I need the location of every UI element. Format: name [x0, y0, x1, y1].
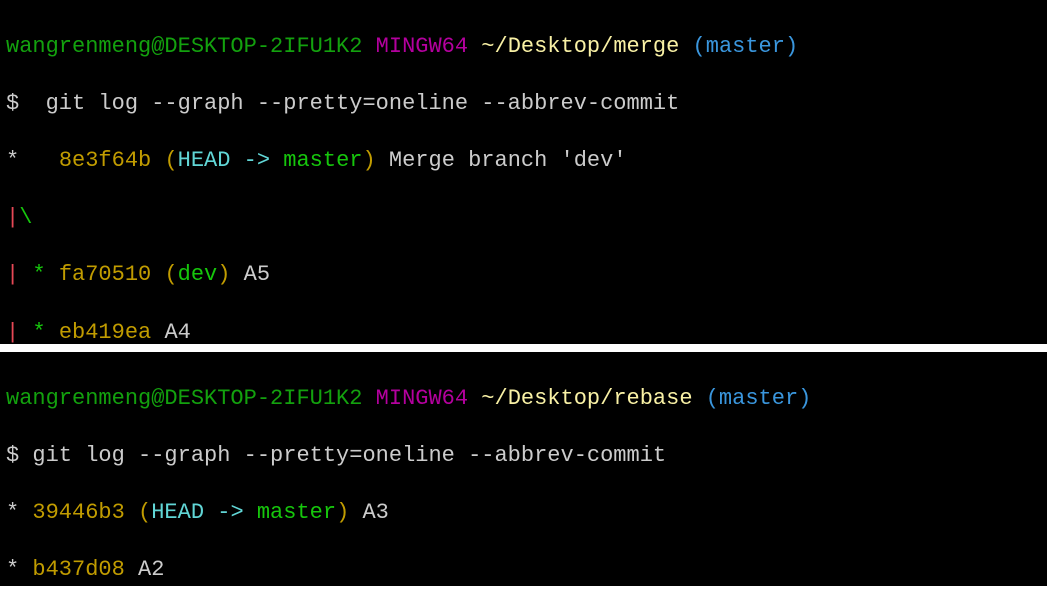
commit-msg: A4 [164, 320, 190, 344]
graph-slash: \ [19, 205, 32, 230]
prompt-env: MINGW64 [376, 34, 468, 59]
prompt-branch: (master) [693, 34, 799, 59]
ref-open: ( [164, 262, 177, 287]
graph-star: * [6, 500, 19, 525]
prompt-branch: (master) [706, 386, 812, 411]
ref-branch: dev [178, 262, 218, 287]
prompt-line: wangrenmeng@DESKTOP-2IFU1K2 MINGW64 ~/De… [6, 33, 1041, 62]
ref-close: ) [362, 148, 375, 173]
ref-open: ( [164, 148, 177, 173]
log-line: * b437d08 A2 [6, 556, 1041, 585]
graph-star: * [19, 320, 45, 344]
prompt-userhost: wangrenmeng@DESKTOP-2IFU1K2 [6, 386, 362, 411]
ref-close: ) [217, 262, 230, 287]
graph-star: * [6, 557, 19, 582]
commit-hash: b437d08 [32, 557, 124, 582]
ref-head: HEAD -> [178, 148, 284, 173]
ref-close: ) [336, 500, 349, 525]
prompt-userhost: wangrenmeng@DESKTOP-2IFU1K2 [6, 34, 362, 59]
terminal-merge[interactable]: wangrenmeng@DESKTOP-2IFU1K2 MINGW64 ~/De… [0, 0, 1047, 344]
prompt-env: MINGW64 [376, 386, 468, 411]
log-line: | * eb419ea A4 [6, 319, 1041, 344]
commit-hash: 8e3f64b [59, 148, 151, 173]
log-line: | * fa70510 (dev) A5 [6, 261, 1041, 290]
commit-hash: fa70510 [59, 262, 151, 287]
log-line: |\ [6, 204, 1041, 233]
ref-open: ( [138, 500, 151, 525]
graph-star: * [19, 262, 45, 287]
prompt-path: ~/Desktop/merge [481, 34, 679, 59]
prompt-line: wangrenmeng@DESKTOP-2IFU1K2 MINGW64 ~/De… [6, 385, 1041, 414]
ref-branch: master [257, 500, 336, 525]
ref-branch: master [283, 148, 362, 173]
prompt-path: ~/Desktop/rebase [481, 386, 692, 411]
log-line: * 39446b3 (HEAD -> master) A3 [6, 499, 1041, 528]
graph-star: * [6, 148, 19, 173]
graph-pipe: | [6, 320, 19, 344]
commit-hash: 39446b3 [32, 500, 124, 525]
log-line: * 8e3f64b (HEAD -> master) Merge branch … [6, 147, 1041, 176]
graph-pipe: | [6, 262, 19, 287]
commit-msg: A2 [138, 557, 164, 582]
command-line: $ git log --graph --pretty=oneline --abb… [6, 442, 1041, 471]
command-line: $ git log --graph --pretty=oneline --abb… [6, 90, 1041, 119]
commit-hash: eb419ea [59, 320, 151, 344]
commit-msg: A5 [230, 262, 270, 287]
terminal-rebase[interactable]: wangrenmeng@DESKTOP-2IFU1K2 MINGW64 ~/De… [0, 352, 1047, 586]
commit-msg: A3 [349, 500, 389, 525]
graph-pipe: | [6, 205, 19, 230]
ref-head: HEAD -> [151, 500, 257, 525]
commit-msg: Merge branch 'dev' [376, 148, 627, 173]
